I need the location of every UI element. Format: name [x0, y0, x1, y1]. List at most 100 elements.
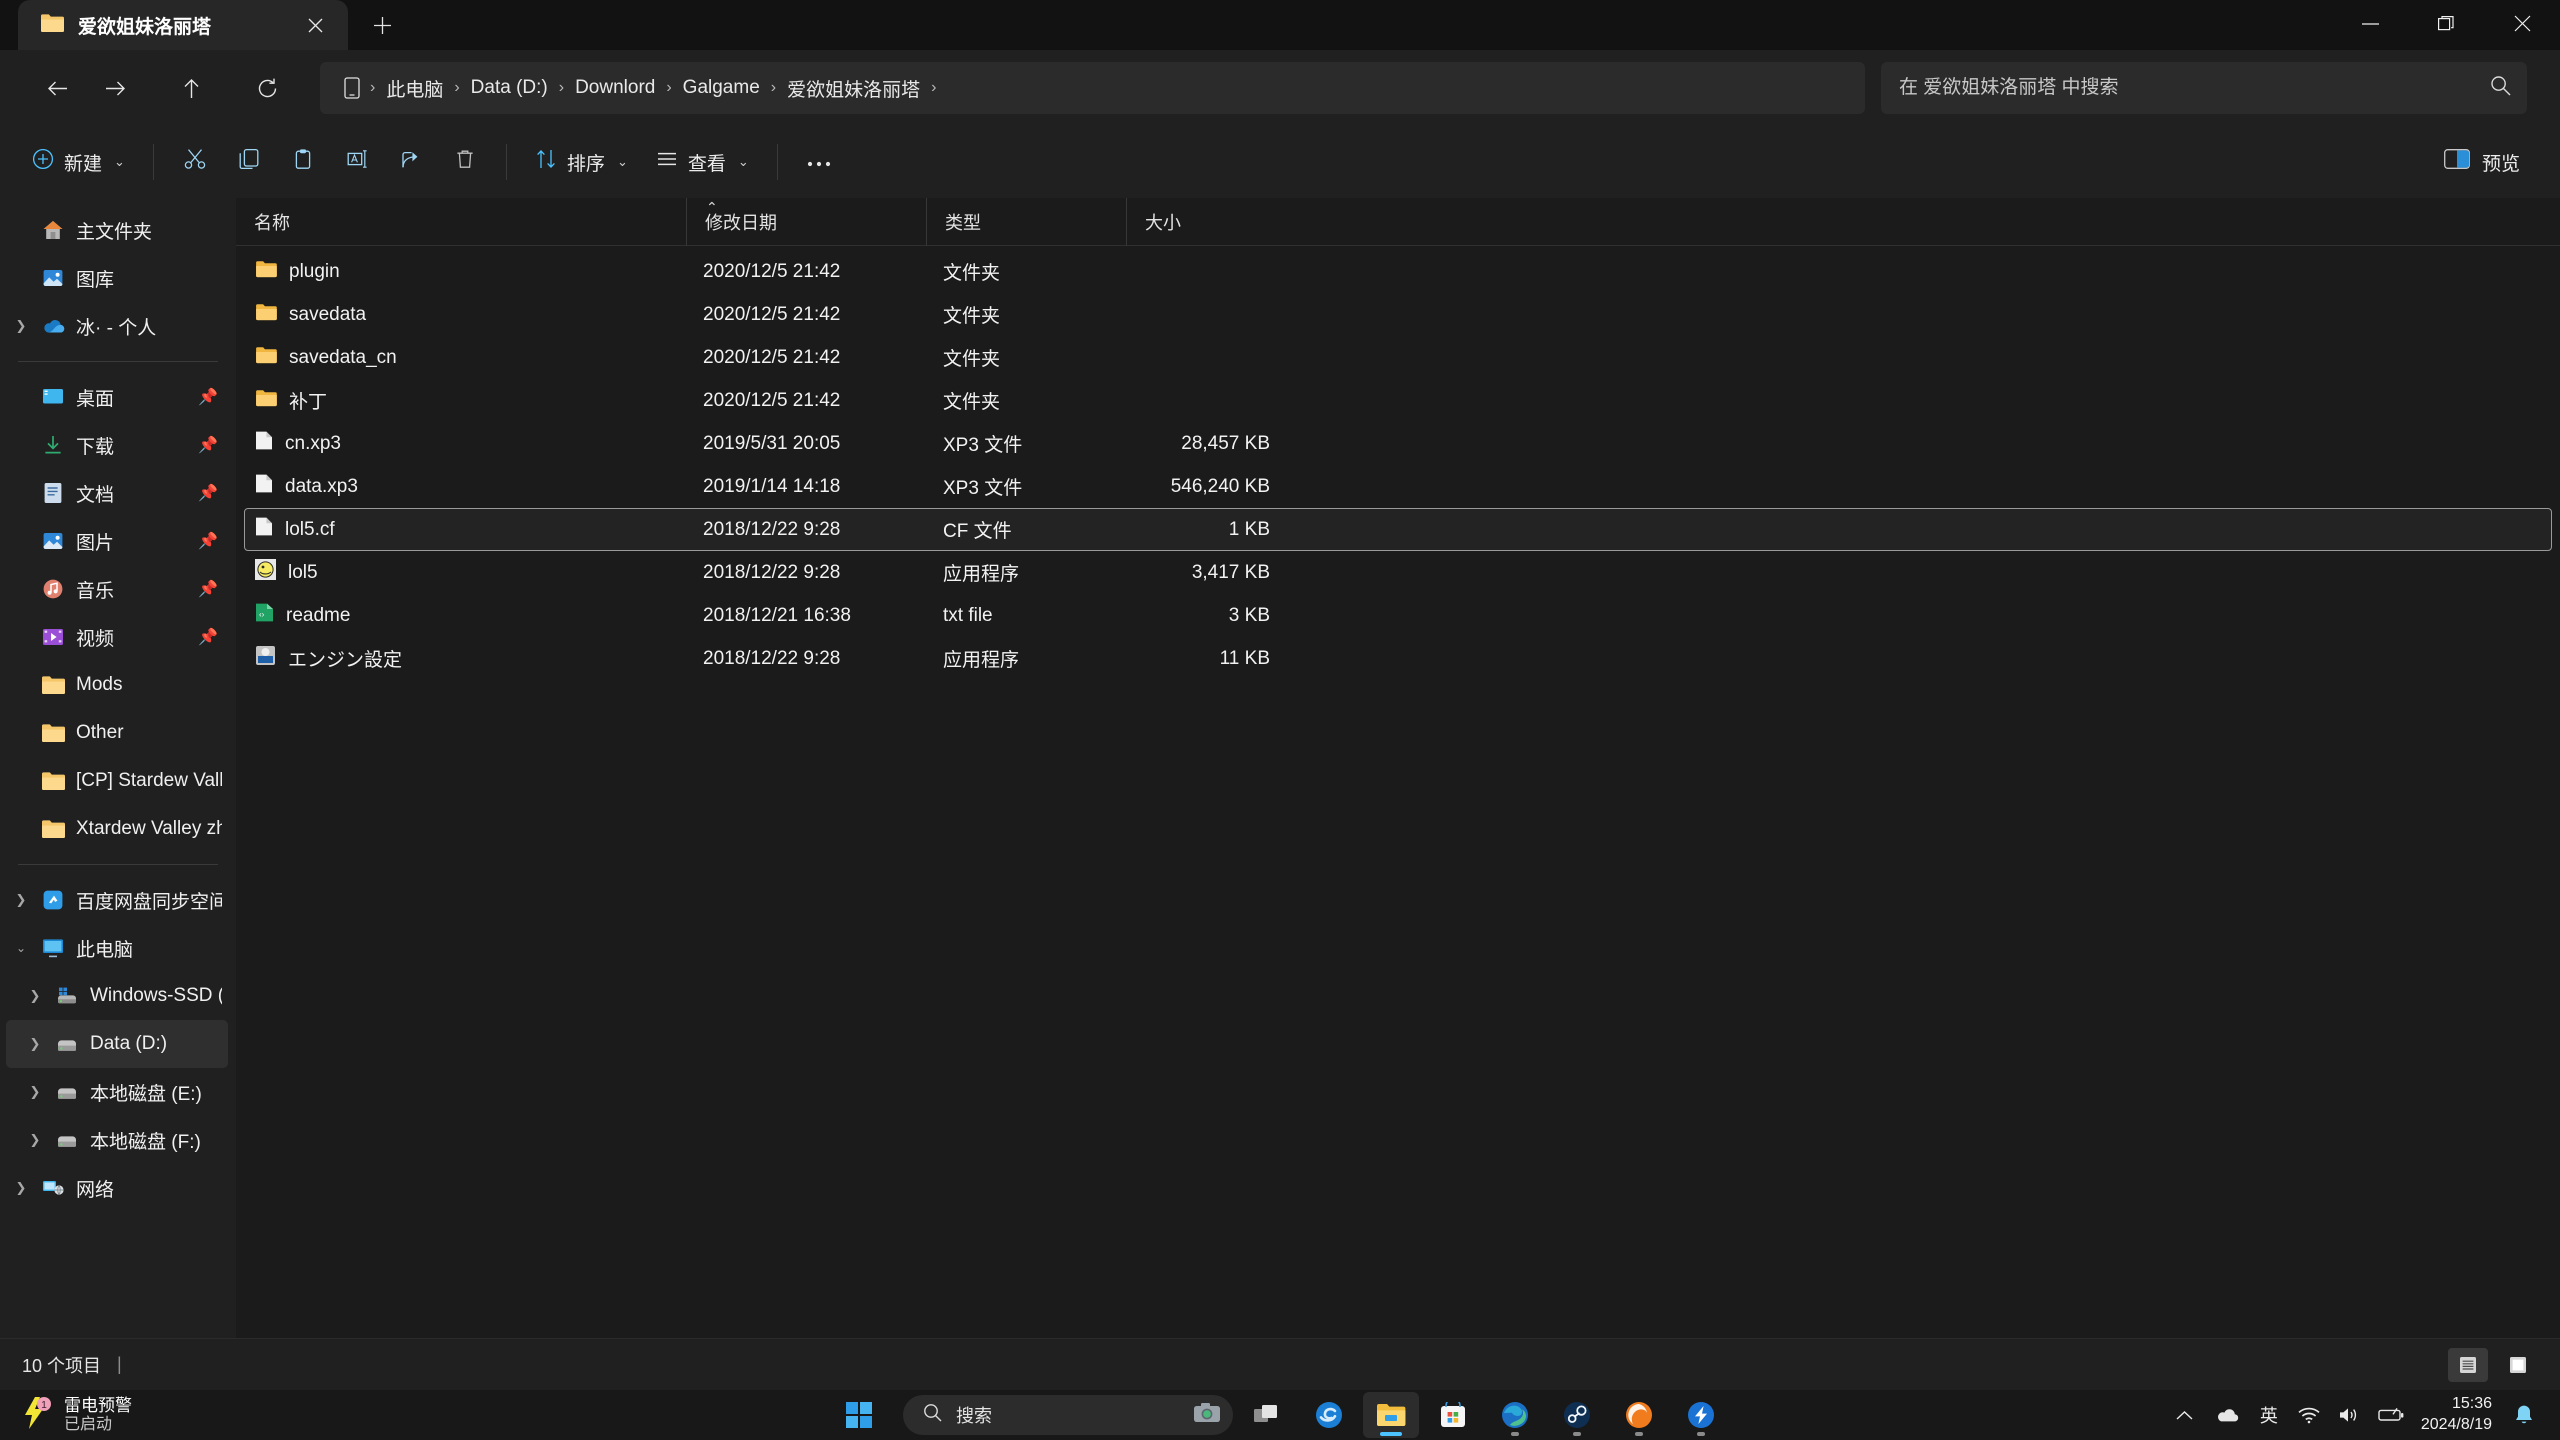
- tab-active[interactable]: 爱欲姐妹洛丽塔: [18, 0, 348, 50]
- table-row[interactable]: cn.xp3 2019/5/31 20:05 XP3 文件 28,457 KB: [244, 422, 2552, 465]
- delete-button[interactable]: [438, 136, 492, 188]
- plus-icon[interactable]: [358, 3, 406, 47]
- chevron-right-icon[interactable]: ❯: [6, 1180, 36, 1196]
- column-header-size[interactable]: 大小: [1126, 197, 1271, 246]
- taskbar-app-browser-e[interactable]: [1301, 1392, 1357, 1438]
- view-button[interactable]: 查看 ⌄: [642, 136, 763, 188]
- table-row[interactable]: savedata_cn 2020/12/5 21:42 文件夹: [244, 336, 2552, 379]
- preview-pane-button[interactable]: 预览: [2428, 136, 2536, 188]
- table-row[interactable]: lol5 2018/12/22 9:28 应用程序 3,417 KB: [244, 551, 2552, 594]
- sidebar-item-local-disk-f[interactable]: ❯ 本地磁盘 (F:): [6, 1116, 228, 1164]
- pin-icon[interactable]: 📌: [198, 435, 222, 455]
- address-bar[interactable]: › 此电脑 › Data (D:) › Downlord › Galgame ›…: [320, 62, 1865, 114]
- onedrive-cloud-icon[interactable]: [2207, 1395, 2247, 1435]
- pin-icon[interactable]: 📌: [198, 531, 222, 551]
- file-list-pane[interactable]: 名称 修改日期 类型 大小 ⌃ plugin 2020/12/5 21:42 文…: [236, 197, 2560, 1338]
- column-header-type[interactable]: 类型: [926, 197, 1126, 246]
- chevron-right-icon[interactable]: ❯: [20, 1084, 50, 1100]
- share-button[interactable]: [384, 136, 438, 188]
- table-row[interactable]: data.xp3 2019/1/14 14:18 XP3 文件 546,240 …: [244, 465, 2552, 508]
- chevron-down-icon[interactable]: ⌄: [6, 941, 36, 955]
- search-input[interactable]: [1899, 77, 2490, 99]
- pin-icon[interactable]: 📌: [198, 387, 222, 407]
- sidebar-item-downloads[interactable]: 下载 📌: [6, 421, 228, 469]
- arrow-right-icon[interactable]: [88, 61, 142, 115]
- battery-icon[interactable]: [2371, 1395, 2411, 1435]
- close-icon[interactable]: [2484, 0, 2560, 47]
- chevron-right-icon[interactable]: ❯: [6, 318, 36, 334]
- sidebar-item-videos[interactable]: 视频 📌: [6, 613, 228, 661]
- table-row[interactable]: plugin 2020/12/5 21:42 文件夹: [244, 250, 2552, 293]
- sidebar-item-pictures[interactable]: 图片 📌: [6, 517, 228, 565]
- taskbar-app-orange-browser[interactable]: [1611, 1392, 1667, 1438]
- sidebar-item-xtardew-valley-zh[interactable]: Xtardew Valley zh: [6, 805, 228, 853]
- column-header-date-modified[interactable]: 修改日期: [686, 197, 926, 246]
- clock[interactable]: 15:36 2024/8/19: [2415, 1394, 2502, 1436]
- search-icon[interactable]: [2490, 75, 2511, 101]
- sidebar-item-network[interactable]: ❯ 网络: [6, 1164, 228, 1212]
- sort-button[interactable]: 排序 ⌄: [521, 136, 642, 188]
- pin-icon[interactable]: 📌: [198, 483, 222, 503]
- large-icons-view-icon[interactable]: [2498, 1348, 2538, 1382]
- sidebar-item-other[interactable]: Other: [6, 709, 228, 757]
- sidebar-item-data-d[interactable]: ❯ Data (D:): [6, 1020, 228, 1068]
- table-row[interactable]: エンジン設定 2018/12/22 9:28 应用程序 11 KB: [244, 637, 2552, 680]
- rename-button[interactable]: [330, 136, 384, 188]
- chevron-right-icon[interactable]: ❯: [20, 1132, 50, 1148]
- bell-icon[interactable]: [2506, 1395, 2542, 1435]
- sidebar-item-mods[interactable]: Mods: [6, 661, 228, 709]
- breadcrumb-item-3[interactable]: Galgame: [674, 72, 769, 104]
- restore-icon[interactable]: [2408, 0, 2484, 47]
- taskbar-app-steam[interactable]: [1549, 1392, 1605, 1438]
- wifi-icon[interactable]: [2291, 1395, 2327, 1435]
- chevron-right-icon[interactable]: ❯: [20, 1036, 50, 1052]
- windows-start-icon[interactable]: [831, 1392, 887, 1438]
- table-row[interactable]: ‹› readme 2018/12/21 16:38 txt file 3 KB: [244, 594, 2552, 637]
- sidebar-item-this-pc[interactable]: ⌄ 此电脑: [6, 924, 228, 972]
- sidebar-item-windows-ssd-c[interactable]: ❯ Windows-SSD (C:): [6, 972, 228, 1020]
- arrow-left-icon[interactable]: [30, 61, 84, 115]
- navigation-pane[interactable]: 主文件夹 图库 ❯ 冰· - 个人 桌面 📌 下载 📌 文档 📌 图片 📌 音乐…: [0, 198, 236, 1338]
- more-options-button[interactable]: [792, 136, 846, 188]
- sidebar-item-desktop[interactable]: 桌面 📌: [6, 373, 228, 421]
- taskbar-app-thunder[interactable]: [1673, 1392, 1729, 1438]
- sidebar-item-baidu-netdisk[interactable]: ❯ 百度网盘同步空间: [6, 876, 228, 924]
- new-button[interactable]: 新建 ⌄: [18, 136, 139, 188]
- cut-button[interactable]: [168, 136, 222, 188]
- ime-indicator[interactable]: 英: [2251, 1395, 2287, 1435]
- copy-button[interactable]: [222, 136, 276, 188]
- breadcrumb-item-4[interactable]: 爱欲姐妹洛丽塔: [778, 70, 929, 107]
- chevron-up-icon[interactable]: [2167, 1395, 2203, 1435]
- table-row[interactable]: savedata 2020/12/5 21:42 文件夹: [244, 293, 2552, 336]
- chevron-right-icon[interactable]: ❯: [20, 988, 50, 1004]
- details-view-icon[interactable]: [2448, 1347, 2488, 1382]
- weather-widget[interactable]: 1 雷电预警 已启动: [0, 1390, 132, 1440]
- sidebar-item-home[interactable]: 主文件夹: [6, 206, 228, 254]
- taskbar-app-file-explorer[interactable]: [1363, 1392, 1419, 1438]
- pin-icon[interactable]: 📌: [198, 579, 222, 599]
- volume-icon[interactable]: [2331, 1395, 2367, 1435]
- sidebar-item-local-disk-e[interactable]: ❯ 本地磁盘 (E:): [6, 1068, 228, 1116]
- taskbar-app-microsoft-edge[interactable]: [1487, 1392, 1543, 1438]
- taskbar-app-task-view[interactable]: [1239, 1392, 1295, 1438]
- search-box[interactable]: [1881, 62, 2527, 114]
- sidebar-item-onedrive[interactable]: ❯ 冰· - 个人: [6, 302, 228, 350]
- sidebar-item-documents[interactable]: 文档 📌: [6, 469, 228, 517]
- breadcrumb-item-2[interactable]: Downlord: [566, 72, 664, 104]
- sidebar-item-cp-stardew-valley[interactable]: [CP] Stardew Valley: [6, 757, 228, 805]
- table-row[interactable]: lol5.cf 2018/12/22 9:28 CF 文件 1 KB: [244, 508, 2552, 551]
- close-icon[interactable]: [298, 8, 332, 42]
- column-header-name[interactable]: 名称: [236, 198, 686, 246]
- refresh-icon[interactable]: [240, 61, 294, 115]
- breadcrumb-item-1[interactable]: Data (D:): [462, 72, 557, 104]
- sidebar-item-gallery[interactable]: 图库: [6, 254, 228, 302]
- taskbar-app-microsoft-store[interactable]: [1425, 1392, 1481, 1438]
- sidebar-item-music[interactable]: 音乐 📌: [6, 565, 228, 613]
- paste-button[interactable]: [276, 136, 330, 188]
- table-row[interactable]: 补丁 2020/12/5 21:42 文件夹: [244, 379, 2552, 422]
- chevron-right-icon[interactable]: ❯: [6, 892, 36, 908]
- minimize-icon[interactable]: [2332, 0, 2408, 47]
- camera-icon[interactable]: [1193, 1402, 1221, 1429]
- pin-icon[interactable]: 📌: [198, 627, 222, 647]
- breadcrumb-item-0[interactable]: 此电脑: [377, 70, 452, 107]
